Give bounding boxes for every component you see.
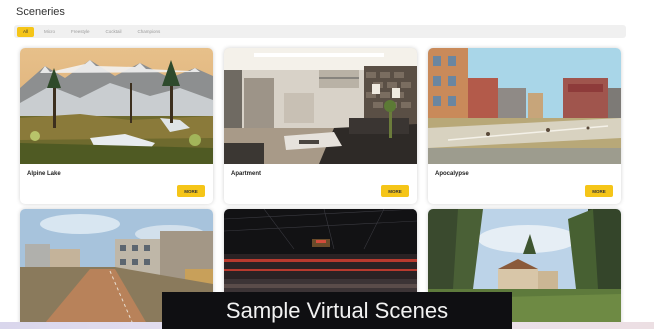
scene-card-alpine-lake[interactable]: Alpine Lake MORE	[20, 48, 213, 204]
scene-name: Alpine Lake	[27, 171, 61, 177]
more-button[interactable]: MORE	[177, 185, 205, 197]
scene-name: Apartment	[231, 171, 262, 177]
filter-chip-all[interactable]: All	[17, 26, 35, 37]
scene-card-apartment[interactable]: Apartment MORE	[224, 48, 417, 204]
caption-overlay: Sample Virtual Scenes	[162, 292, 512, 329]
scene-card-apocalypse[interactable]: Apocalypse MORE	[428, 48, 621, 204]
apartment-thumbnail[interactable]	[224, 48, 417, 164]
apocalypse-thumbnail[interactable]	[428, 48, 621, 164]
filter-bar: All Micro Freestyle Cocktail Champions	[14, 25, 626, 38]
filter-chip-freestyle[interactable]: Freestyle	[65, 27, 96, 37]
more-button[interactable]: MORE	[585, 185, 613, 197]
more-button[interactable]: MORE	[381, 185, 409, 197]
filter-chip-micro[interactable]: Micro	[38, 27, 61, 37]
alpine-lake-thumbnail[interactable]	[20, 48, 213, 164]
scene-name: Apocalypse	[435, 171, 469, 177]
filter-chip-cocktail[interactable]: Cocktail	[100, 27, 128, 37]
page-title: Sceneries	[16, 6, 65, 18]
filter-chip-champions[interactable]: Champions	[132, 27, 167, 37]
